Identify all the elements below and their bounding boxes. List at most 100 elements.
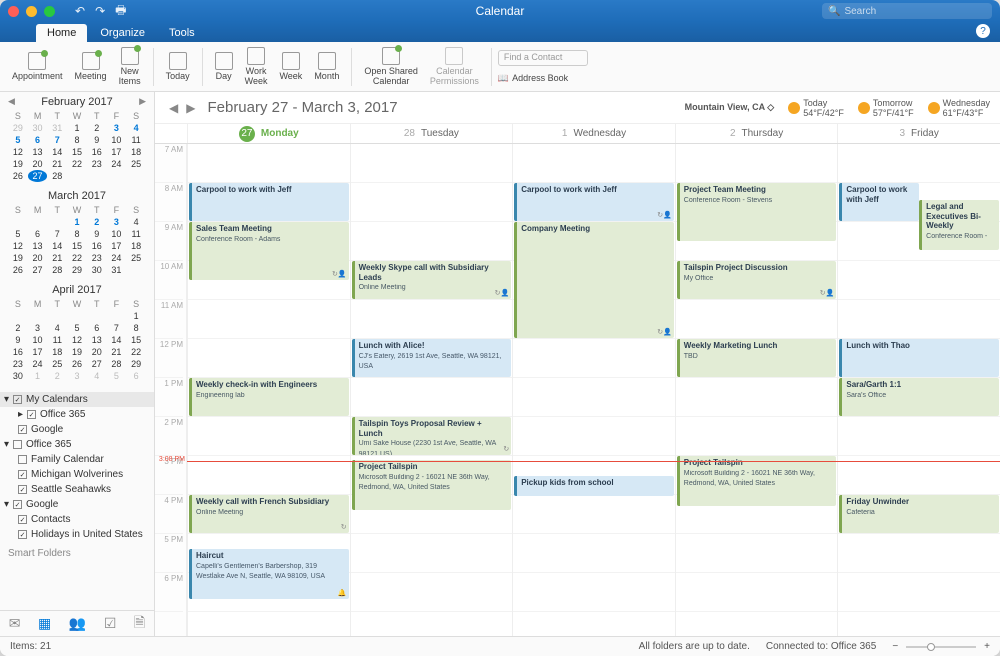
notes-icon[interactable]: 🗎 [134,612,145,636]
calendar-event[interactable]: Pickup kids from school [514,476,674,496]
cal-family[interactable]: Family Calendar [0,452,154,467]
undo-icon[interactable]: ↶ [75,4,85,18]
prev-month-button[interactable]: ◀ [8,96,15,107]
smart-folders[interactable]: Smart Folders [0,542,154,565]
day-header[interactable]: 1Wednesday [512,124,675,143]
day-header[interactable]: 2Thursday [675,124,838,143]
cal-google-sub[interactable]: ✓Google [0,422,154,437]
my-calendars-header[interactable]: ▾✓My Calendars [0,392,154,407]
cal-seahawks[interactable]: ✓Seattle Seahawks [0,482,154,497]
print-icon[interactable]: 🖶 [115,1,126,22]
tasks-icon[interactable]: ☑ [104,615,117,632]
week-view-button[interactable]: Week [273,50,308,84]
new-items-button[interactable]: New Items [113,45,147,89]
tab-organize[interactable]: Organize [89,24,156,42]
calendar-event[interactable]: Sara/Garth 1:1Sara's Office [839,378,999,416]
tab-tools[interactable]: Tools [158,24,206,42]
day-column[interactable]: Carpool to work with Jeff↻👤Company Meeti… [512,144,675,636]
calendar-view: ◀ ▶ February 27 - March 3, 2017 Mountain… [155,92,1000,636]
cal-perm-icon [445,47,463,65]
office365-header[interactable]: ▾Office 365 [0,437,154,452]
address-book-button[interactable]: 📖Address Book [498,73,588,84]
calendar-event[interactable]: Lunch with Alice!CJ's Eatery, 2619 1st A… [352,339,512,377]
calendar-grid[interactable]: 7 AM8 AM9 AM10 AM11 AM12 PM1 PM2 PM3 PM4… [155,144,1000,636]
redo-icon[interactable]: ↷ [95,4,105,18]
cal-michigan[interactable]: ✓Michigan Wolverines [0,467,154,482]
calendar-event[interactable]: Legal and Executives Bi-WeeklyConference… [919,200,999,250]
calendar-event[interactable]: Weekly Skype call with Subsidiary LeadsO… [352,261,512,299]
day-headers: 27Monday28Tuesday1Wednesday2Thursday3Fri… [155,124,1000,144]
mini-calendars: ◀February 2017▶SMTWTFS293031123456789101… [0,92,154,386]
calendar-event[interactable]: Weekly check-in with EngineersEngineerin… [189,378,349,416]
sun-icon [788,102,800,114]
calendar-event[interactable]: Tailspin Project DiscussionMy Office↻👤 [677,261,837,299]
calendar-event[interactable]: Friday UnwinderCafeteria [839,495,999,533]
day-column[interactable]: Weekly Skype call with Subsidiary LeadsO… [350,144,513,636]
search-field[interactable]: 🔍 Search [822,3,992,19]
status-bar: Items: 21 All folders are up to date. Co… [0,636,1000,656]
day-header[interactable]: 28Tuesday [350,124,513,143]
meeting-button[interactable]: Meeting [69,50,113,84]
calendar-event[interactable]: Carpool to work with Jeff [189,183,349,221]
mail-icon[interactable]: ✉ [9,615,21,632]
main: ◀February 2017▶SMTWTFS293031123456789101… [0,92,1000,636]
find-contact-input[interactable]: Find a Contact [498,50,588,66]
minimize-button[interactable] [26,6,37,17]
today-icon [169,52,187,70]
day-header[interactable]: 27Monday [187,124,350,143]
people-icon[interactable]: 👥 [69,615,86,632]
calendar-header: ◀ ▶ February 27 - March 3, 2017 Mountain… [155,92,1000,124]
calendar-event[interactable]: Lunch with Thao [839,339,999,377]
ribbon: Appointment Meeting New Items Today Day … [0,42,1000,92]
cal-permissions-button[interactable]: Calendar Permissions [424,45,485,89]
now-indicator: 3:08 PM [187,461,1000,462]
today-button[interactable]: Today [160,50,196,84]
appointment-button[interactable]: Appointment [6,50,69,84]
calendar-event[interactable]: Company Meeting↻👤 [514,222,674,338]
tab-home[interactable]: Home [36,24,87,42]
day-column[interactable]: Carpool to work with JeffLegal and Execu… [837,144,1000,636]
status-items: Items: 21 [10,641,51,652]
maximize-button[interactable] [44,6,55,17]
close-button[interactable] [8,6,19,17]
day-icon [215,52,233,70]
cal-contacts[interactable]: ✓Contacts [0,512,154,527]
calendar-event[interactable]: Carpool to work with Jeff [839,183,919,221]
calendar-icon[interactable]: ▦ [38,615,51,632]
calendar-event[interactable]: Project Team MeetingConference Room - St… [677,183,837,241]
next-month-button[interactable]: ▶ [139,96,146,107]
month-view-button[interactable]: Month [308,50,345,84]
calendar-event[interactable]: Sales Team MeetingConference Room - Adam… [189,222,349,280]
status-folders: All folders are up to date. [639,641,750,652]
sun-icon [928,102,940,114]
calendar-event[interactable]: Project TailspinMicrosoft Building 2 - 1… [677,456,837,506]
time-column: 7 AM8 AM9 AM10 AM11 AM12 PM1 PM2 PM3 PM4… [155,144,187,636]
work-week-view-button[interactable]: Work Week [239,45,274,89]
next-week-button[interactable]: ▶ [182,101,199,115]
help-icon[interactable]: ? [976,24,990,38]
open-shared-icon [382,47,400,65]
zoom-slider[interactable]: − + [892,641,990,652]
calendar-event[interactable]: Weekly Marketing LunchTBD [677,339,837,377]
zoom-out-icon[interactable]: − [892,641,898,652]
calendar-event[interactable]: Carpool to work with Jeff↻👤 [514,183,674,221]
calendar-event[interactable]: Project TailspinMicrosoft Building 2 - 1… [352,460,512,510]
cal-holidays[interactable]: ✓Holidays in United States [0,527,154,542]
day-header[interactable]: 3Friday [837,124,1000,143]
nav-bar: ✉ ▦ 👥 ☑ 🗎 [0,610,154,636]
sun-icon [858,102,870,114]
calendar-event[interactable]: Weekly call with French SubsidiaryOnline… [189,495,349,533]
day-column[interactable]: Project Team MeetingConference Room - St… [675,144,838,636]
prev-week-button[interactable]: ◀ [165,101,182,115]
window-title: Calendar [476,4,525,18]
cal-office365-sub[interactable]: ▸✓Office 365 [0,407,154,422]
calendar-event[interactable]: HaircutCapelli's Gentlemen's Barbershop,… [189,549,349,599]
zoom-in-icon[interactable]: + [984,641,990,652]
weather-location[interactable]: Mountain View, CA ◇ [685,102,775,113]
calendar-event[interactable]: Tailspin Toys Proposal Review + LunchUmi… [352,417,512,455]
day-view-button[interactable]: Day [209,50,239,84]
open-shared-cal-button[interactable]: Open Shared Calendar [358,45,424,89]
meeting-icon [82,52,100,70]
google-header[interactable]: ▾✓Google [0,497,154,512]
day-column[interactable]: Carpool to work with JeffSales Team Meet… [187,144,350,636]
